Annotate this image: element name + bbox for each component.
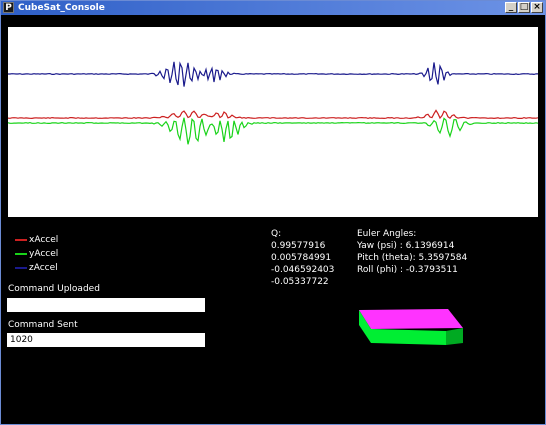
xaccel-line bbox=[8, 109, 538, 120]
accel-plot bbox=[8, 27, 538, 217]
legend-swatch-zaccel bbox=[15, 267, 27, 269]
command-sent-label: Command Sent bbox=[8, 320, 78, 330]
processing-app-icon: P bbox=[3, 2, 14, 13]
legend-label-zaccel: zAccel bbox=[29, 263, 58, 273]
window-title: CubeSat_Console bbox=[18, 3, 105, 13]
quaternion-x: 0.005784991 bbox=[271, 253, 332, 263]
euler-roll: Roll (phi) : -0.3793511 bbox=[357, 265, 458, 275]
attitude-cube-view bbox=[359, 309, 463, 345]
legend-label-xaccel: xAccel bbox=[29, 235, 59, 245]
close-button[interactable]: × bbox=[531, 2, 543, 13]
title-bar[interactable]: P CubeSat_Console _ □ × bbox=[1, 1, 545, 15]
command-uploaded-field[interactable] bbox=[7, 298, 205, 312]
euler-title: Euler Angles: bbox=[357, 229, 417, 239]
legend-label-yaccel: yAccel bbox=[29, 249, 59, 259]
euler-yaw: Yaw (psi) : 6.1396914 bbox=[357, 241, 455, 251]
console-window: P CubeSat_Console _ □ × xAccel yAccel zA… bbox=[0, 0, 546, 425]
cube-top-face bbox=[359, 309, 463, 329]
euler-pitch: Pitch (theta): 5.3597584 bbox=[357, 253, 468, 263]
quaternion-y: -0.046592403 bbox=[271, 265, 335, 275]
minimize-button[interactable]: _ bbox=[505, 2, 517, 13]
command-uploaded-label: Command Uploaded bbox=[8, 284, 100, 294]
legend-swatch-xaccel bbox=[15, 239, 27, 241]
cube-front-face bbox=[371, 329, 446, 345]
maximize-button[interactable]: □ bbox=[518, 2, 530, 13]
quaternion-title: Q: bbox=[271, 229, 282, 239]
command-sent-field[interactable]: 1020 bbox=[7, 333, 205, 347]
cube-right-face bbox=[446, 328, 463, 345]
yaccel-line bbox=[8, 117, 538, 145]
zaccel-line bbox=[8, 61, 538, 87]
quaternion-w: 0.99577916 bbox=[271, 241, 326, 251]
legend-swatch-yaccel bbox=[15, 253, 27, 255]
quaternion-z: -0.05337722 bbox=[271, 277, 329, 287]
